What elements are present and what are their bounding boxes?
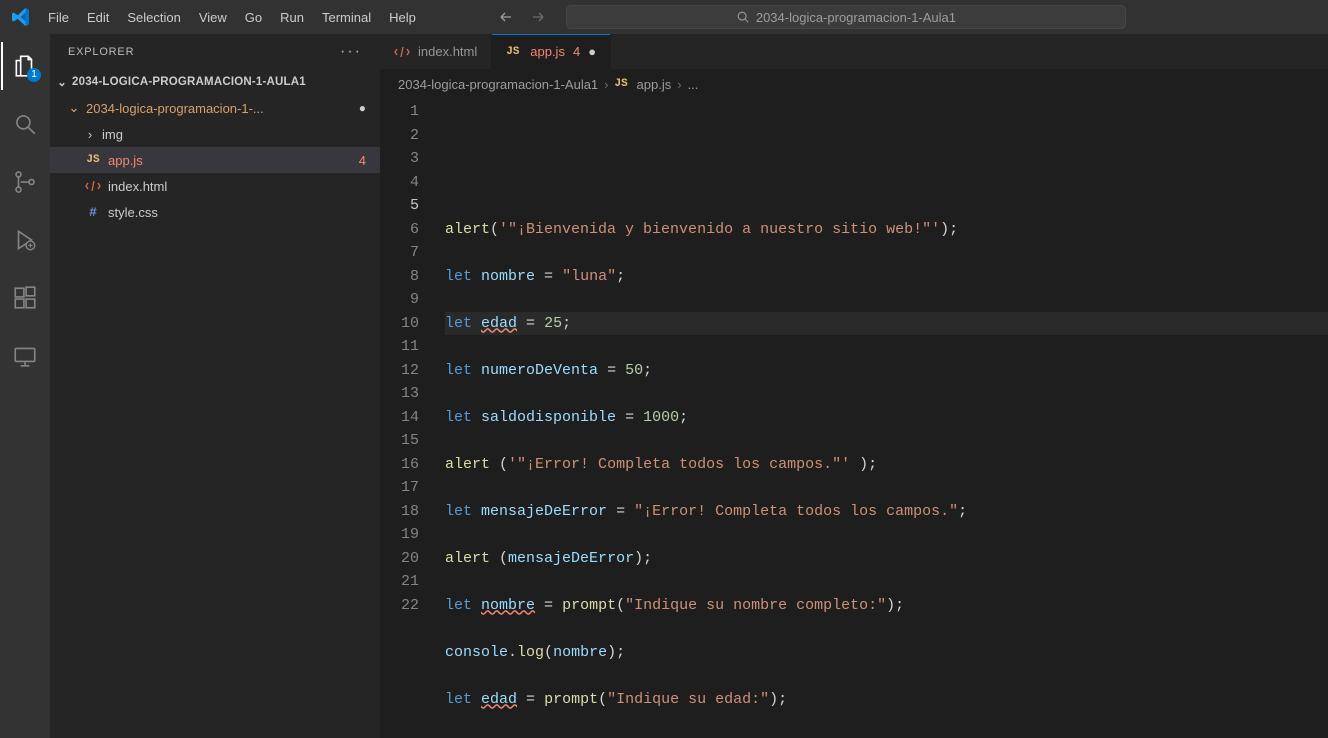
chevron-down-icon: ⌄ (56, 75, 68, 89)
editor-area: index.html JS app.js 4 ● 2034-logica-pro… (380, 34, 1328, 738)
crumb-file[interactable]: app.js (637, 77, 672, 92)
section-label: 2034-LOGICA-PROGRAMACION-1-AULA1 (72, 76, 306, 88)
file-label: index.html (108, 179, 167, 194)
menu-edit[interactable]: Edit (79, 4, 117, 31)
menu-help[interactable]: Help (381, 4, 424, 31)
js-file-icon: JS (84, 154, 102, 166)
search-placeholder: 2034-logica-programacion-1-Aula1 (756, 10, 956, 25)
activity-search[interactable] (1, 100, 49, 148)
menu-view[interactable]: View (191, 4, 235, 31)
html-file-icon (84, 178, 102, 194)
tree-folder-img[interactable]: › img (50, 121, 380, 147)
folder-label: 2034-logica-programacion-1-... (86, 101, 264, 116)
sidebar-more-icon[interactable]: ··· (340, 43, 362, 61)
titlebar: File Edit Selection View Go Run Terminal… (0, 0, 1328, 34)
command-center-search[interactable]: 2034-logica-programacion-1-Aula1 (566, 5, 1126, 29)
html-file-icon (394, 44, 410, 60)
explorer-badge: 1 (27, 68, 41, 82)
file-label: app.js (108, 153, 143, 168)
tab-index-html[interactable]: index.html (380, 34, 492, 69)
problems-count: 4 (359, 153, 366, 168)
tab-app-js[interactable]: JS app.js 4 ● (492, 34, 611, 69)
chevron-down-icon: ⌄ (68, 100, 80, 116)
folder-label: img (102, 127, 123, 142)
chevron-right-icon: › (677, 77, 681, 92)
activity-run-debug[interactable] (1, 216, 49, 264)
crumb-tail: ... (688, 77, 699, 92)
tab-label: index.html (418, 44, 477, 59)
js-file-icon: JS (615, 78, 631, 90)
breadcrumb[interactable]: 2034-logica-programacion-1-Aula1 › JS ap… (380, 70, 1328, 98)
activity-extensions[interactable] (1, 274, 49, 322)
js-file-icon: JS (506, 46, 522, 58)
menu-file[interactable]: File (40, 4, 77, 31)
css-file-icon: # (84, 205, 102, 220)
code-content[interactable]: alert('"¡Bienvenida y bienvenido a nuest… (435, 98, 1328, 738)
code-editor[interactable]: 12345678910111213141516171819202122 aler… (380, 98, 1328, 738)
dirty-dot-icon: ● (588, 44, 596, 59)
nav-forward-icon[interactable] (530, 9, 546, 25)
chevron-right-icon: › (604, 77, 608, 92)
vscode-logo-icon (12, 8, 30, 26)
activity-bar: 1 (0, 34, 50, 738)
tree-folder-root[interactable]: ⌄ 2034-logica-programacion-1-... ● (50, 95, 380, 121)
dirty-dot-icon: ● (359, 101, 366, 115)
menu-run[interactable]: Run (272, 4, 312, 31)
activity-explorer[interactable]: 1 (1, 42, 49, 90)
menu-go[interactable]: Go (237, 4, 270, 31)
activity-remote[interactable] (1, 332, 49, 380)
editor-tabs: index.html JS app.js 4 ● (380, 34, 1328, 70)
nav-back-icon[interactable] (498, 9, 514, 25)
crumb-root[interactable]: 2034-logica-programacion-1-Aula1 (398, 77, 598, 92)
sidebar: EXPLORER ··· ⌄ 2034-LOGICA-PROGRAMACION-… (50, 34, 380, 738)
sidebar-title: EXPLORER (68, 46, 134, 58)
menu-terminal[interactable]: Terminal (314, 4, 379, 31)
search-icon (736, 10, 750, 24)
activity-scm[interactable] (1, 158, 49, 206)
menu-selection[interactable]: Selection (119, 4, 188, 31)
tab-problems-count: 4 (573, 44, 580, 59)
tree-file-index[interactable]: index.html (50, 173, 380, 199)
menu-bar: File Edit Selection View Go Run Terminal… (40, 4, 424, 31)
tree-file-appjs[interactable]: JS app.js 4 (50, 147, 380, 173)
file-label: style.css (108, 205, 158, 220)
tab-label: app.js (530, 44, 565, 59)
sidebar-section[interactable]: ⌄ 2034-LOGICA-PROGRAMACION-1-AULA1 (50, 69, 380, 95)
tree-file-style[interactable]: # style.css (50, 199, 380, 225)
line-number-gutter: 12345678910111213141516171819202122 (380, 98, 435, 738)
chevron-right-icon: › (84, 127, 96, 142)
